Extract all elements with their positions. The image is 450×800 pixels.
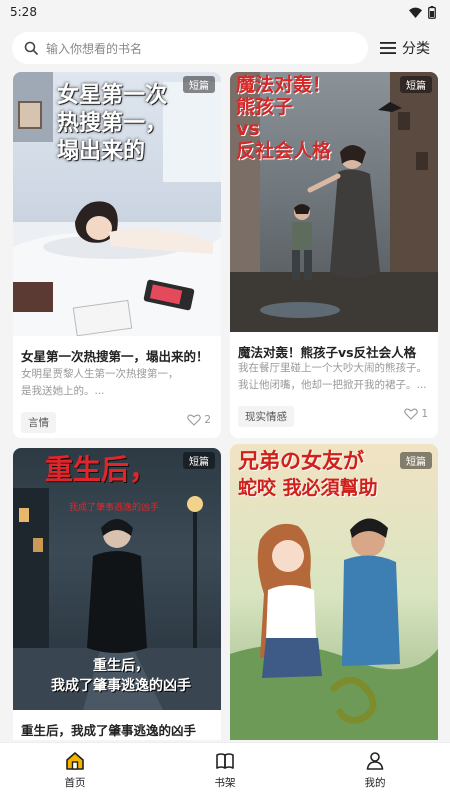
search-input[interactable]: 输入你想看的书名 [12,32,368,64]
nav-mine[interactable]: 我的 [340,751,410,790]
desc-line: 是我送她上的。... [21,385,105,397]
status-time: 5:28 [10,5,37,19]
like-count[interactable]: 2 [187,414,211,426]
book-cover: 女星第一次 热搜第一， 塌出来的 短篇 [13,72,221,336]
cover-title: 兄弟の女友が [238,449,364,473]
like-count[interactable]: 1 [404,408,428,420]
search-icon [24,41,38,55]
nav-bookshelf-label: 书架 [214,777,236,789]
book-card[interactable]: 重生后， 我成了肇事逃逸的凶手 重生后， 我成了肇事逃逸的凶手 短篇 重生后，我… [13,448,221,740]
book-card[interactable]: 魔法对轰！ 熊孩子 vs 反社会人格 短篇 魔法对轰！熊孩子vs反社会人格 我在… [230,72,438,438]
genre-tag[interactable]: 言情 [21,412,56,433]
like-number: 1 [421,408,428,420]
like-number: 2 [204,414,211,426]
book-title: 女星第一次热搜第一，塌出来的！ [21,349,209,364]
search-placeholder: 输入你想看的书名 [46,41,143,56]
user-icon [366,752,384,770]
book-cover: 重生后， 我成了肇事逃逸的凶手 重生后， 我成了肇事逃逸的凶手 短篇 [13,448,221,710]
short-badge: 短篇 [400,452,432,469]
desc-line: 我在餐厅里碰上一个大吵大闹的熊孩子。 [238,362,427,374]
cover-title: 魔法对轰！ 熊孩子 vs 反社会人格 [236,74,332,162]
menu-icon [380,42,396,54]
book-title: 魔法对轰！熊孩子vs反社会人格 [238,345,417,360]
wifi-icon [409,7,422,18]
cover-subtitle: 我成了肇事逃逸的凶手 [69,503,160,513]
nav-home-label: 首页 [64,777,86,789]
book-card[interactable]: 女星第一次 热搜第一， 塌出来的 短篇 女星第一次热搜第一，塌出来的！ 女明星贾… [13,72,221,438]
home-icon [66,752,84,770]
bottom-navigation: 首页 书架 我的 [0,742,450,800]
book-icon [216,753,234,769]
heart-icon [187,414,202,426]
nav-mine-label: 我的 [364,777,386,789]
short-badge: 短篇 [183,76,215,93]
nav-home[interactable]: 首页 [40,751,110,790]
desc-line: 我让他闭嘴，他却一把掀开我的裙子。... [238,379,427,391]
desc-line: 女明星贾黎人生第一次热搜第一， [21,368,179,380]
short-badge: 短篇 [400,76,432,93]
battery-icon [428,5,436,19]
book-cover: 魔法对轰！ 熊孩子 vs 反社会人格 短篇 [230,72,438,332]
status-bar: 5:28 [0,0,450,24]
book-description: 女明星贾黎人生第一次热搜第一， 是我送她上的。... [21,366,213,400]
cover-title: 女星第一次 热搜第一， 塌出来的 [57,83,168,164]
cover-bottom-text: 重生后， 我成了肇事逃逸的凶手 [51,658,191,694]
cover-title-line2: 蛇咬 我必須幫助 [238,477,378,499]
book-cover: 兄弟の女友が 蛇咬 我必須幫助 短篇 [230,444,438,740]
heart-icon [404,408,419,420]
cover-title: 重生后， [45,453,158,486]
book-feed[interactable]: 女星第一次 热搜第一， 塌出来的 短篇 女星第一次热搜第一，塌出来的！ 女明星贾… [0,72,450,740]
category-button[interactable]: 分类 [380,32,430,64]
genre-tag[interactable]: 现实情感 [238,406,294,427]
nav-bookshelf[interactable]: 书架 [190,751,260,790]
short-badge: 短篇 [183,452,215,469]
category-label: 分类 [402,41,430,57]
book-description: 我在餐厅里碰上一个大吵大闹的熊孩子。 我让他闭嘴，他却一把掀开我的裙子。... [238,360,430,394]
status-icons [409,5,436,19]
book-title: 重生后，我成了肇事逃逸的凶手 [21,723,197,738]
book-card[interactable]: 兄弟の女友が 蛇咬 我必須幫助 短篇 [230,444,438,740]
